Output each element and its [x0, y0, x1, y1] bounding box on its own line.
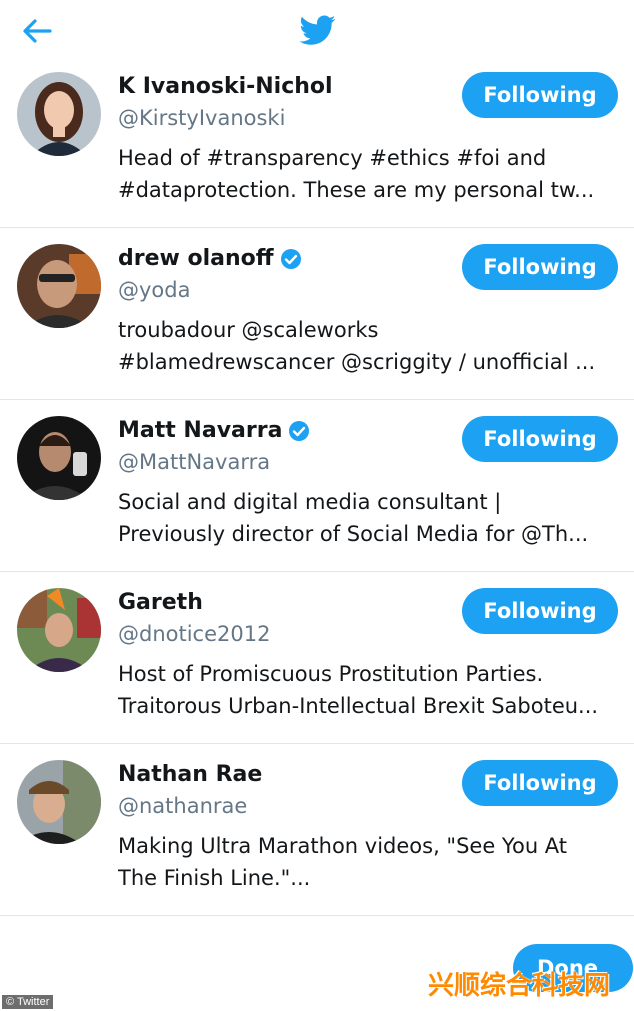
user-bio: Host of Promiscuous Prostitution Parties…: [118, 658, 614, 722]
user-name: Nathan Rae: [118, 762, 263, 787]
bio-line: Making Ultra Marathon videos, "See You A…: [118, 834, 568, 858]
user-name: Matt Navarra: [118, 418, 310, 443]
list-item[interactable]: Nathan Rae @nathanrae Making Ultra Marat…: [0, 744, 634, 916]
top-bar: [0, 0, 634, 62]
user-bio: Social and digital media consultant | Pr…: [118, 486, 614, 550]
user-handle: @nathanrae: [118, 794, 248, 818]
bio-line: #dataprotection. These are my personal t…: [118, 178, 595, 202]
verified-badge-icon: [289, 420, 310, 441]
twitter-bird-icon: [299, 15, 336, 45]
user-bio: troubadour @scaleworks #blamedrewscancer…: [118, 314, 614, 378]
following-button[interactable]: Following: [462, 244, 618, 290]
bio-line: Traitorous Urban-Intellectual Brexit Sab…: [118, 694, 599, 718]
list-item[interactable]: K Ivanoski-Nichol @KirstyIvanoski Head o…: [0, 56, 634, 228]
user-handle: @yoda: [118, 278, 191, 302]
watermark-left: © Twitter: [2, 995, 54, 1009]
user-handle: @dnotice2012: [118, 622, 271, 646]
list-item[interactable]: Matt Navarra @MattNavarra Social and dig…: [0, 400, 634, 572]
user-handle: @KirstyIvanoski: [118, 106, 286, 130]
avatar[interactable]: [17, 588, 101, 672]
avatar[interactable]: [17, 244, 101, 328]
user-bio: Making Ultra Marathon videos, "See You A…: [118, 830, 614, 894]
following-button[interactable]: Following: [462, 72, 618, 118]
avatar[interactable]: [17, 416, 101, 500]
bio-line: troubadour @scaleworks: [118, 318, 379, 342]
arrow-left-icon[interactable]: [20, 14, 54, 48]
user-name: K Ivanoski-Nichol: [118, 74, 333, 99]
user-name: drew olanoff: [118, 246, 302, 271]
user-bio: Head of #transparency #ethics #foi and #…: [118, 142, 614, 206]
following-button[interactable]: Following: [462, 416, 618, 462]
watermark-right: 兴顺综合科技网: [428, 971, 611, 1001]
user-name: Gareth: [118, 590, 203, 615]
bio-line: Previously director of Social Media for …: [118, 522, 589, 546]
bio-line: The Finish Line."...: [118, 866, 311, 890]
list-item[interactable]: drew olanoff @yoda troubadour @scalework…: [0, 228, 634, 400]
avatar[interactable]: [17, 760, 101, 844]
bio-line: #blamedrewscancer @scriggity / unofficia…: [118, 350, 596, 374]
bio-line: Host of Promiscuous Prostitution Parties…: [118, 662, 544, 686]
following-button[interactable]: Following: [462, 760, 618, 806]
bio-line: Head of #transparency #ethics #foi and: [118, 146, 547, 170]
following-button[interactable]: Following: [462, 588, 618, 634]
user-handle: @MattNavarra: [118, 450, 271, 474]
avatar[interactable]: [17, 72, 101, 156]
verified-badge-icon: [280, 248, 301, 269]
list-item[interactable]: Gareth @dnotice2012 Host of Promiscuous …: [0, 572, 634, 744]
following-list: K Ivanoski-Nichol @KirstyIvanoski Head o…: [0, 56, 634, 916]
bio-line: Social and digital media consultant |: [118, 490, 502, 514]
